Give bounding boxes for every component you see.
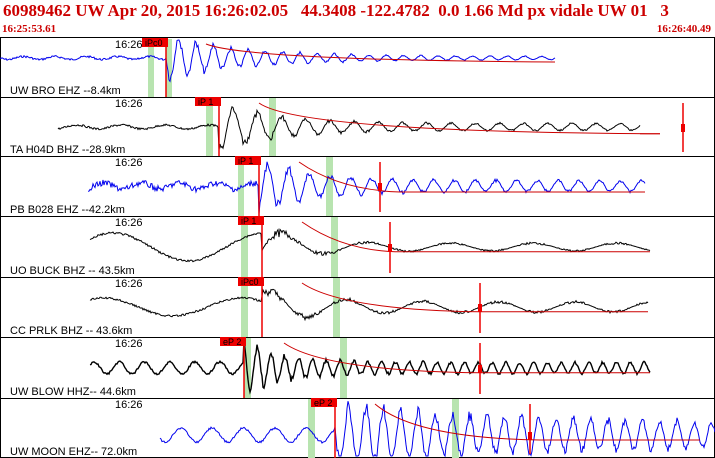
pick-label[interactable]: iP 1 — [241, 216, 256, 226]
station-label: PB B028 EHZ --42.2km — [10, 204, 125, 216]
coda-end-handle[interactable] — [388, 244, 392, 252]
pick-label[interactable]: iP 1 — [198, 97, 213, 107]
coda-end-handle[interactable] — [478, 304, 482, 312]
waveform-trace — [159, 401, 715, 458]
station-label: UW BRO EHZ --8.4km — [10, 85, 121, 97]
station-label: UW MOON EHZ-- 72.0km — [10, 446, 137, 458]
seismogram-panel[interactable]: iPc016:26UW BRO EHZ --8.4kmiP 116:26TA H… — [0, 0, 715, 458]
waveform-trace — [89, 338, 651, 395]
station-label: UW BLOW HHZ-- 44.6km — [10, 386, 136, 398]
station-label: TA H04D BHZ --28.9km — [10, 144, 125, 156]
analysis-window — [333, 278, 340, 337]
analysis-window — [326, 157, 333, 216]
trace-time-label: 16:26 — [115, 39, 143, 51]
trace-time-label: 16:26 — [115, 157, 143, 169]
waveform-trace — [89, 288, 649, 322]
pick-label[interactable]: eP 2 — [314, 398, 332, 408]
pick-label[interactable]: eP 2 — [223, 337, 241, 347]
coda-end-handle[interactable] — [378, 183, 382, 191]
station-label: UO BUCK BHZ -- 43.5km — [10, 265, 135, 277]
analysis-window — [269, 98, 276, 156]
trace-time-label: 16:26 — [115, 338, 143, 350]
pick-label[interactable]: iPc0 — [145, 38, 163, 48]
waveform-trace — [57, 106, 641, 150]
coda-end-handle[interactable] — [681, 124, 685, 132]
waveform-trace — [89, 228, 651, 263]
coda-fit-curve — [301, 221, 396, 253]
analysis-window — [166, 39, 172, 97]
pick-label[interactable]: iPc0 — [241, 277, 259, 287]
trace-time-label: 16:26 — [115, 98, 143, 110]
analysis-window — [241, 217, 248, 277]
trace-time-label: 16:26 — [115, 278, 143, 290]
trace-time-label: 16:26 — [115, 399, 143, 411]
coda-fit-curve — [301, 282, 481, 313]
coda-fit-curve — [205, 43, 556, 63]
coda-fit-curve — [298, 161, 401, 193]
analysis-window — [331, 217, 338, 277]
trace-time-label: 16:26 — [115, 217, 143, 229]
waveform-trace — [87, 161, 646, 215]
station-label: CC PRLK BHZ -- 43.6km — [10, 325, 132, 337]
coda-end-handle[interactable] — [478, 365, 482, 373]
pick-label[interactable]: iP 1 — [238, 156, 253, 166]
coda-end-handle[interactable] — [528, 432, 532, 440]
